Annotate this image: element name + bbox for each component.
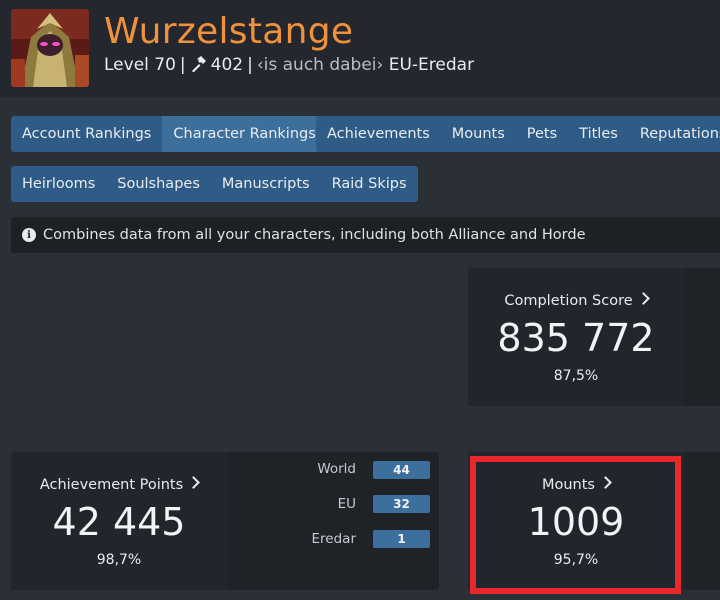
character-avatar[interactable] <box>11 9 89 87</box>
achievement-points-label: Achievement Points <box>39 477 184 493</box>
character-level: Level 70 <box>104 55 176 75</box>
category-tab-group: Achievements Mounts Pets Titles Reputati… <box>316 116 720 152</box>
rank-label-world: World <box>317 461 356 477</box>
tab-mounts[interactable]: Mounts <box>440 116 516 152</box>
rank-value-eredar[interactable]: 1 <box>373 530 430 548</box>
guild-name[interactable]: ‹is auch dabei› <box>257 55 383 75</box>
character-name: Wurzelstange <box>104 11 354 52</box>
tab-reputations[interactable]: Reputations <box>628 116 720 152</box>
info-banner: i Combines data from all your characters… <box>11 217 720 253</box>
character-header: Wurzelstange Level 70 | 402 | ‹is auch dabei… <box>0 0 720 97</box>
info-text: Combines data from all your characters, … <box>43 227 586 243</box>
rank-value-world[interactable]: 44 <box>373 461 430 479</box>
chevron-right-icon <box>187 476 201 489</box>
extra-tab-group: Heirlooms Soulshapes Manuscripts Raid Sk… <box>11 166 418 202</box>
character-info: Level 70 | 402 | ‹is auch dabei› EU-Eredar <box>104 55 474 75</box>
tab-account-rankings[interactable]: Account Rankings <box>11 116 163 152</box>
mounts-rank-panel <box>684 452 720 590</box>
item-level: 402 <box>210 55 244 75</box>
rank-value-eu[interactable]: 32 <box>373 495 430 513</box>
rank-label-eu: EU <box>337 496 356 512</box>
separator: | <box>247 55 253 75</box>
info-icon: i <box>22 228 36 242</box>
tab-soulshapes[interactable]: Soulshapes <box>106 166 211 202</box>
rank-label-eredar: Eredar <box>311 531 356 547</box>
completion-score-value: 835 772 <box>497 316 655 360</box>
completion-score-label: Completion Score <box>504 293 633 309</box>
realm-name[interactable]: EU-Eredar <box>389 55 474 75</box>
tab-titles[interactable]: Titles <box>568 116 629 152</box>
achievement-rank-panel: World 44 EU 32 Eredar 1 <box>227 452 439 590</box>
tab-heirlooms[interactable]: Heirlooms <box>11 166 107 202</box>
completion-score-title[interactable]: Completion Score <box>468 292 684 309</box>
tab-manuscripts[interactable]: Manuscripts <box>210 166 321 202</box>
completion-rank-panel <box>684 268 720 406</box>
chevron-right-icon <box>636 292 650 305</box>
tab-pets[interactable]: Pets <box>515 116 569 152</box>
completion-score-percent: 87,5% <box>553 368 599 384</box>
tab-achievements[interactable]: Achievements <box>316 116 441 152</box>
achievement-points-value: 42 445 <box>52 500 186 544</box>
hammer-icon <box>191 56 206 72</box>
tab-character-rankings[interactable]: Character Rankings <box>162 116 327 152</box>
separator: | <box>179 55 186 75</box>
achievement-points-title[interactable]: Achievement Points <box>11 476 227 493</box>
tab-raid-skips[interactable]: Raid Skips <box>320 166 418 202</box>
achievement-points-percent: 98,7% <box>96 552 142 568</box>
achievement-points-card[interactable]: Achievement Points 42 445 98,7% <box>11 452 227 590</box>
highlight-box <box>470 456 681 594</box>
rankings-tab-group: Account Rankings Character Rankings <box>11 116 327 152</box>
completion-score-card[interactable]: Completion Score 835 772 87,5% <box>468 268 684 406</box>
